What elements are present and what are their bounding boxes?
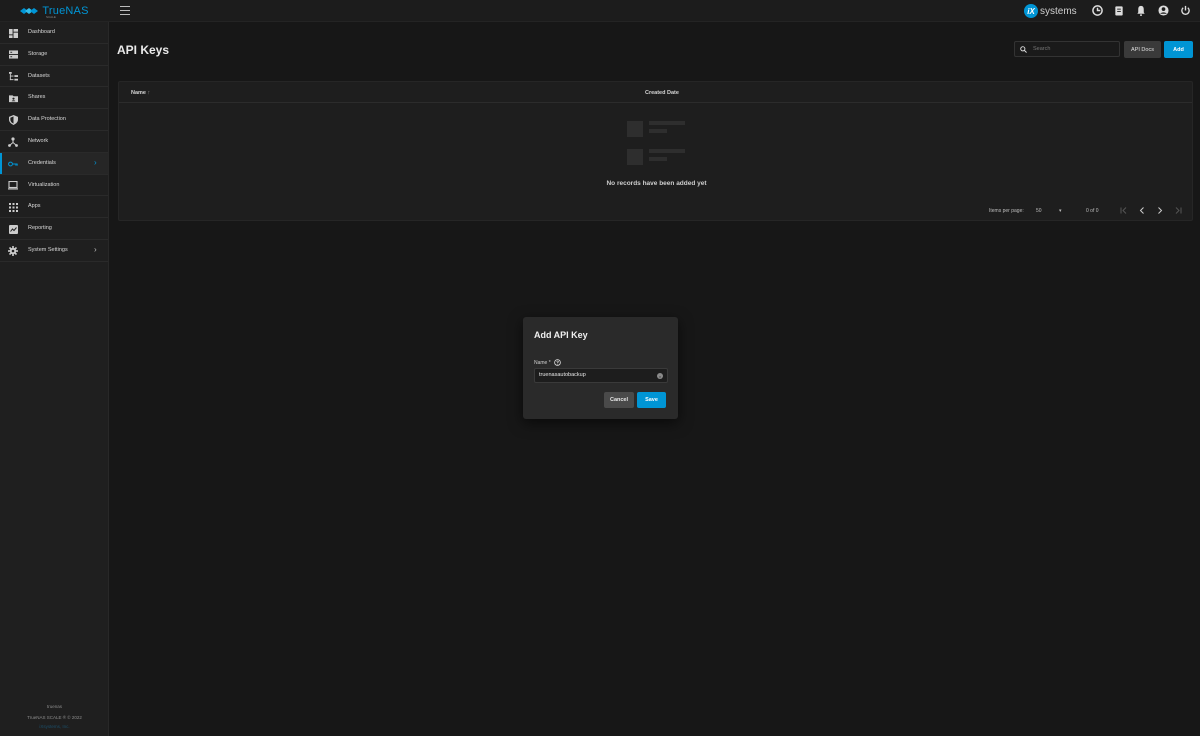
search-input[interactable] [1033, 46, 1113, 52]
truecommand-icon[interactable] [1090, 3, 1104, 17]
ix-logo-text: systems [1040, 5, 1077, 17]
name-input[interactable] [539, 372, 649, 378]
shield-icon [8, 115, 18, 126]
clipboard-icon[interactable] [1112, 3, 1126, 17]
first-page-icon[interactable] [1119, 205, 1129, 215]
copyright: TrueNAS SCALE ® © 2022 [27, 715, 82, 720]
storage-icon [8, 50, 18, 60]
chevron-right-icon: › [94, 244, 97, 254]
sidebar-item-label: Apps [28, 203, 41, 210]
sidebar-item-dashboard[interactable]: Dashboard [0, 22, 108, 44]
sort-arrow-icon: ↑ [147, 90, 151, 96]
sidebar-item-label: Data Protection [28, 116, 66, 123]
dialog-title: Add API Key [534, 330, 588, 340]
sidebar-item-label: Dashboard [28, 29, 55, 35]
company-link[interactable]: iXsystems, Inc. [0, 724, 109, 729]
search-box[interactable] [1014, 41, 1120, 57]
empty-message: No records have been added yet [606, 180, 707, 187]
sidebar-item-shares[interactable]: Shares [0, 87, 108, 110]
laptop-icon [8, 181, 18, 191]
chevron-right-icon: › [94, 157, 97, 167]
items-per-page-select[interactable]: 50 [1036, 208, 1042, 214]
column-header-created-date[interactable]: Created Date [645, 90, 679, 96]
next-page-icon[interactable] [1155, 205, 1165, 215]
sidebar-item-label: Shares [28, 94, 46, 101]
sidebar-item-apps[interactable]: Apps [0, 196, 108, 219]
bell-icon[interactable] [1134, 3, 1148, 17]
key-icon [8, 159, 18, 169]
add-api-key-dialog: Add API Key Name * × Cancel Save [523, 317, 678, 419]
sidebar-item-system-settings[interactable]: System Settings › [0, 240, 108, 262]
search-icon [1020, 45, 1027, 53]
help-icon[interactable] [553, 359, 561, 366]
shares-icon [8, 93, 18, 103]
page-range: 0 of 0 [1086, 208, 1099, 214]
sidebar-item-label: Datasets [28, 72, 50, 79]
sidebar-item-reporting[interactable]: Reporting [0, 218, 108, 240]
gear-icon [8, 245, 18, 256]
brand-edition: SCALE [46, 15, 56, 19]
api-docs-button[interactable]: API Docs [1124, 41, 1161, 58]
dashboard-icon [8, 28, 18, 38]
sidebar-item-label: Reporting [28, 225, 52, 232]
power-icon[interactable] [1178, 3, 1192, 17]
reporting-icon [8, 224, 18, 234]
previous-page-icon[interactable] [1137, 205, 1147, 215]
sidebar-item-storage[interactable]: Storage [0, 44, 108, 66]
sidebar-item-credentials[interactable]: Credentials › [0, 152, 108, 175]
top-bar: TrueNAS SCALE iX systems [0, 0, 1200, 22]
account-icon[interactable] [1156, 3, 1170, 17]
sidebar-item-virtualization[interactable]: Virtualization [0, 175, 108, 197]
hostname: truenas [46, 704, 62, 709]
datasets-icon [8, 72, 18, 82]
sidebar-item-data-protection[interactable]: Data Protection [0, 109, 108, 131]
table-header: Name ↑ Created Date [119, 82, 1192, 103]
ix-badge: iX [1024, 4, 1038, 18]
truenas-logo-icon [20, 8, 39, 14]
apps-grid-icon [8, 202, 18, 212]
sidebar-item-datasets[interactable]: Datasets [0, 66, 108, 88]
column-header-name[interactable]: Name ↑ [131, 90, 150, 96]
sidebar-item-label: Virtualization [28, 181, 60, 188]
name-field[interactable]: × [534, 368, 668, 383]
add-button[interactable]: Add [1164, 41, 1193, 58]
sidebar-item-network[interactable]: Network [0, 131, 108, 153]
network-icon [8, 137, 18, 147]
api-keys-table: Name ↑ Created Date No records have been… [118, 81, 1193, 221]
items-per-page-label: Items per page: [989, 208, 1024, 214]
sidebar-item-label: Credentials [28, 159, 56, 166]
empty-list-icon [627, 121, 685, 165]
sidebar-item-label: Network [28, 137, 49, 144]
save-button[interactable]: Save [637, 392, 666, 408]
chevron-down-icon[interactable]: ▾ [1059, 208, 1062, 214]
clear-icon[interactable]: × [657, 373, 663, 379]
ixsystems-logo[interactable]: iX systems [1024, 3, 1077, 19]
name-field-label: Name * [534, 359, 561, 366]
page-title: API Keys [117, 43, 170, 57]
sidebar: Dashboard Storage Datasets Shares Data P… [0, 22, 109, 736]
last-page-icon[interactable] [1173, 205, 1183, 215]
hamburger-menu-icon[interactable] [120, 6, 130, 15]
sidebar-item-label: Storage [28, 50, 48, 57]
sidebar-item-label: System Settings [28, 246, 68, 253]
cancel-button[interactable]: Cancel [604, 392, 634, 408]
